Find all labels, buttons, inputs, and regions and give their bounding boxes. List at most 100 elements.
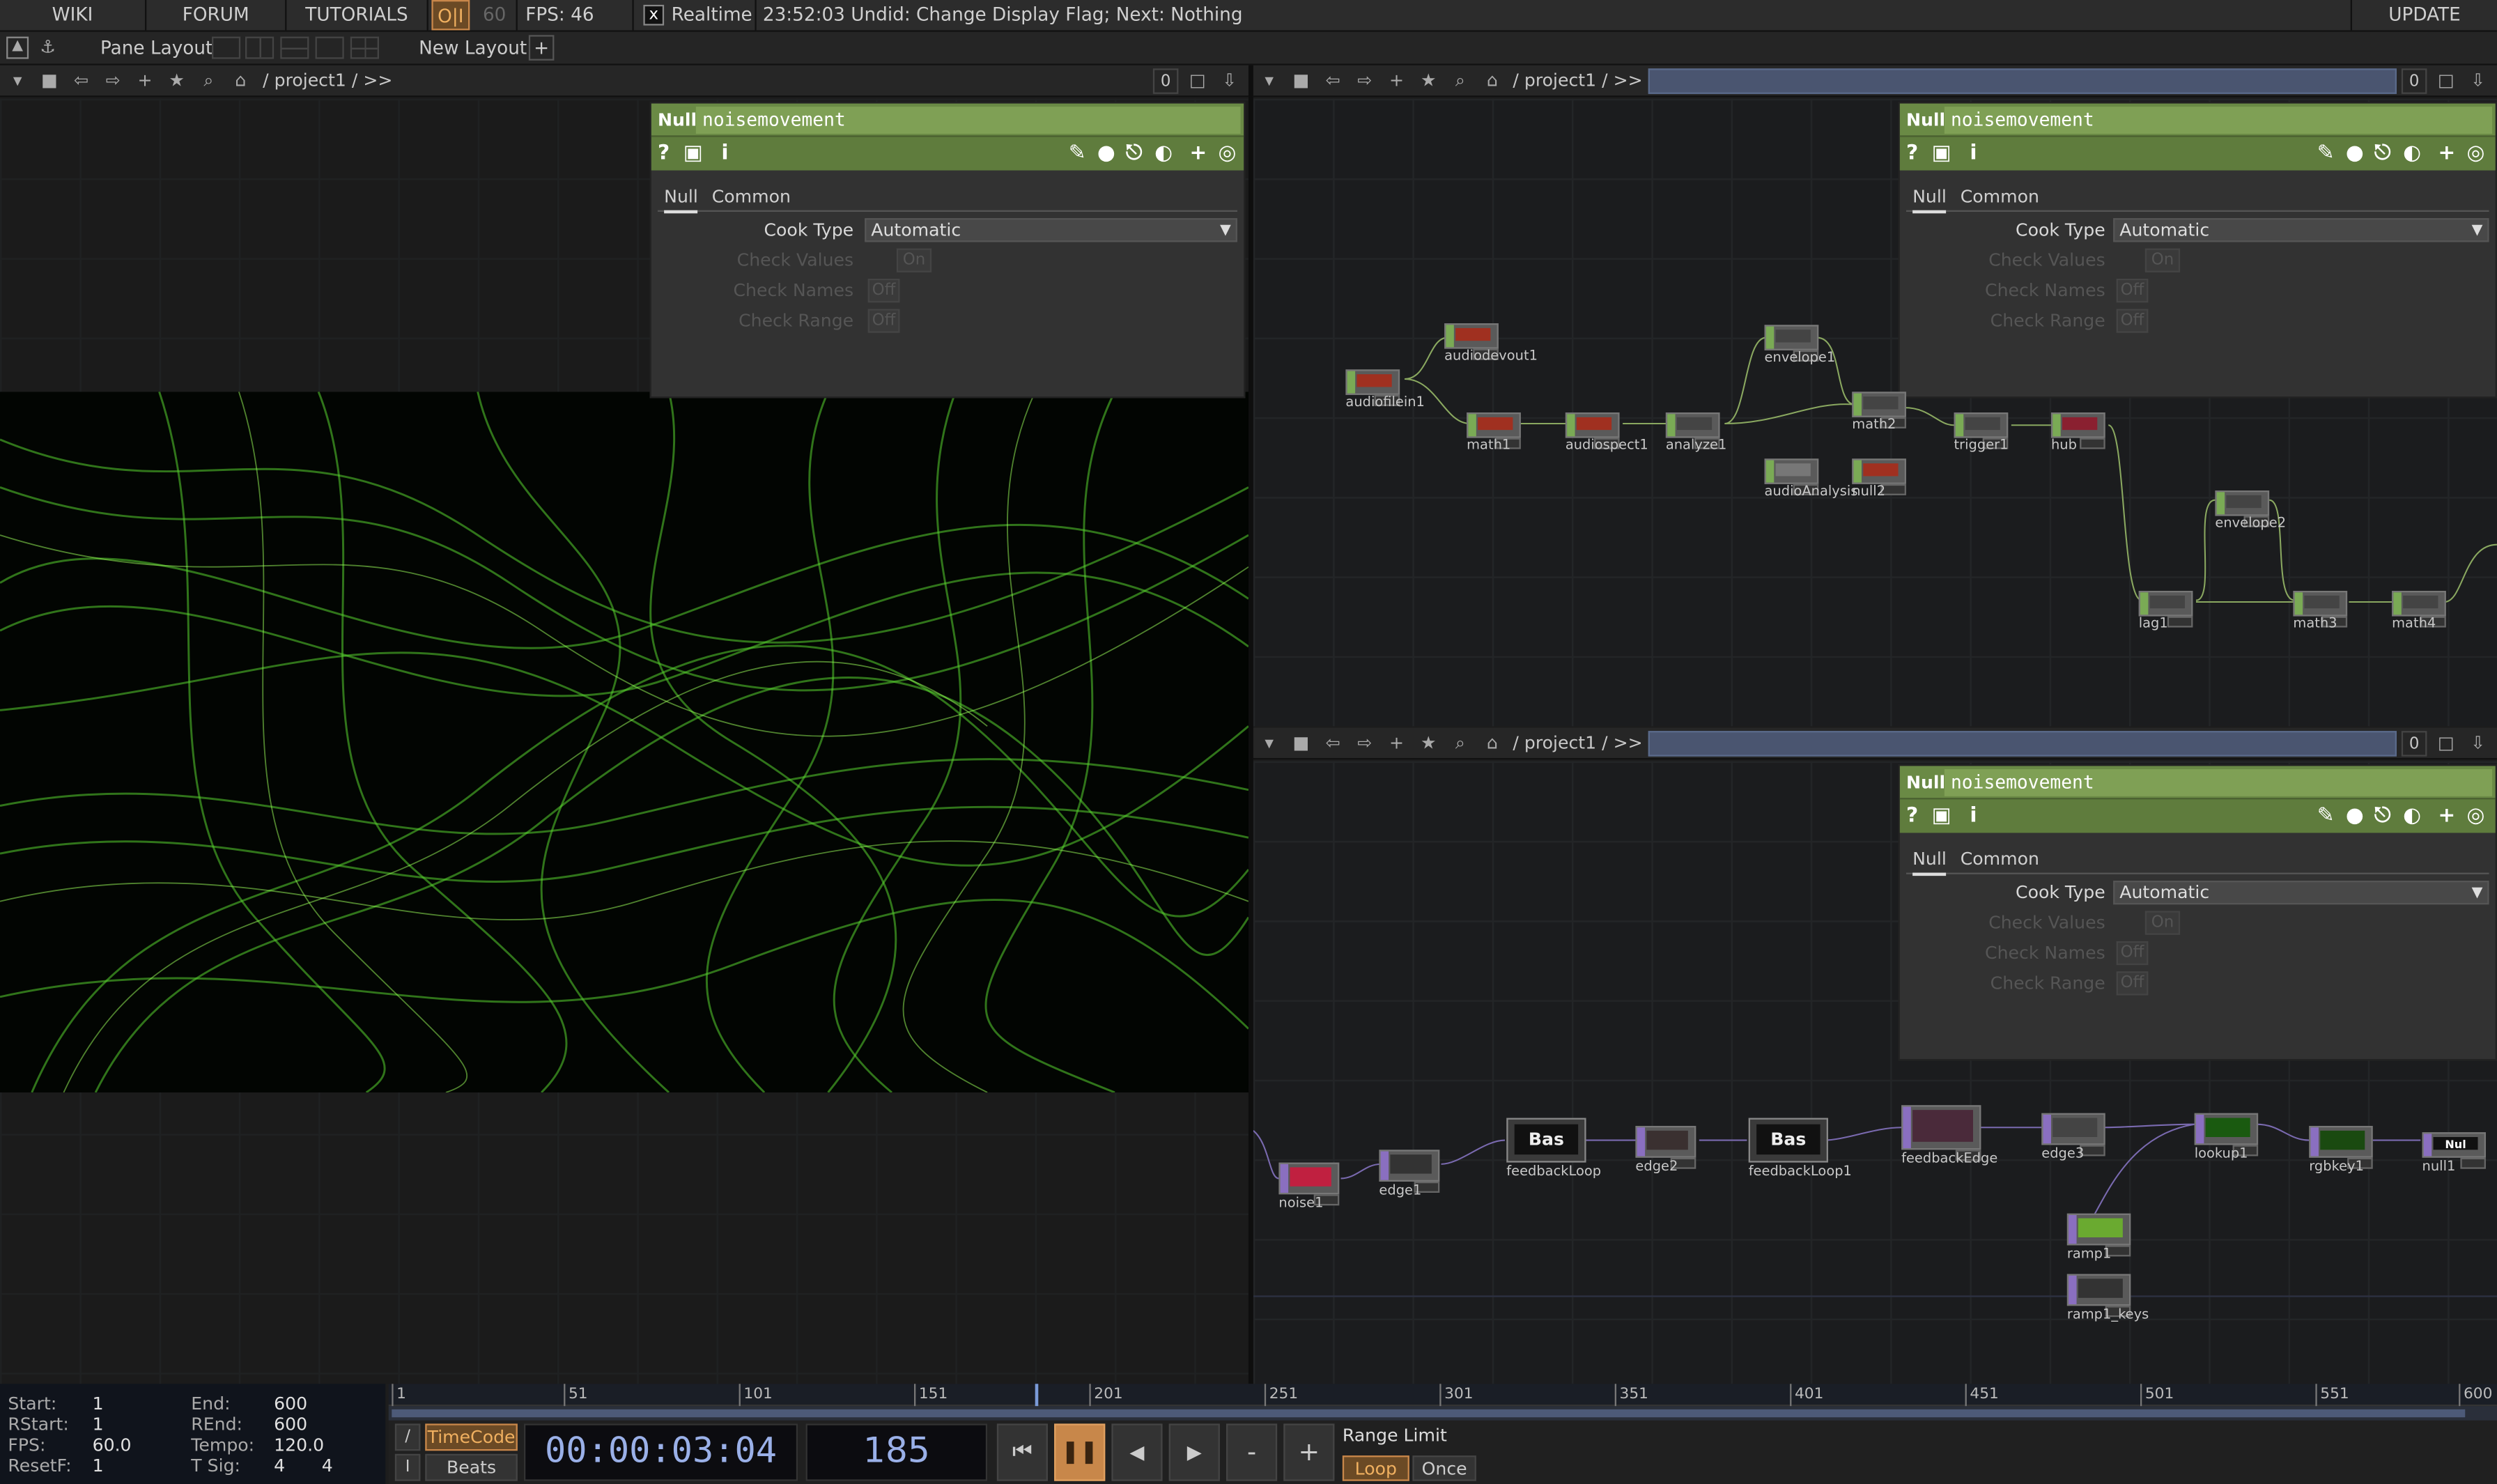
pane-type-icon[interactable]: ■ [1290,70,1312,93]
node-audioAnalysis[interactable] [1764,458,1819,495]
node-audiofilein1[interactable] [1345,369,1400,406]
layout-split-icon[interactable] [245,36,275,59]
range-fill[interactable] [392,1409,2466,1418]
cook-type-menu[interactable]: Automatic ▼ [865,218,1237,242]
check-names-toggle[interactable]: Off [867,278,900,303]
bookmark-icon[interactable]: ★ [166,70,188,93]
pause-icon[interactable]: ❚❚ [1054,1423,1106,1481]
node-trigger1[interactable] [1954,412,2009,449]
edit-icon[interactable]: ✎ [1069,140,1086,167]
node-math3[interactable] [2293,590,2348,628]
timeline-ruler[interactable]: 1 51 101 151 201 251 301 351 401 451 501 551 600 [388,1384,2497,1407]
node-edge1[interactable] [1379,1150,1440,1193]
node-feedbackEdge[interactable] [1901,1105,1981,1161]
bookmark-icon[interactable]: ★ [1417,70,1439,93]
layout-hsplit-icon[interactable] [280,36,309,59]
python-help-icon[interactable]: ▣ [683,140,703,167]
tab-null[interactable]: Null [664,183,698,214]
palette-icon[interactable]: ⚓ [35,37,61,59]
tab-null[interactable]: Null [1912,183,1947,214]
node-null2[interactable] [1852,458,1906,495]
node-envelope1[interactable] [1764,325,1819,362]
node-feedbackLoop1[interactable]: Bas [1748,1118,1828,1163]
once-toggle[interactable]: Once [1412,1455,1476,1481]
python-icon[interactable]: ◐ [2403,140,2421,167]
tempo-value[interactable]: 120.0 [274,1435,324,1455]
node-null1[interactable]: Nul [2422,1132,2486,1169]
back-icon[interactable]: ⇦ [1322,732,1344,755]
fps-value[interactable]: 60.0 [93,1435,132,1455]
node-math1[interactable] [1467,412,1521,449]
faster-button[interactable]: + [1283,1423,1335,1481]
cook-type-menu[interactable]: Automatic ▼ [2113,218,2489,242]
path-field[interactable] [1648,68,2397,94]
node-feedbackLoop[interactable]: Bas [1506,1118,1586,1163]
path-breadcrumb[interactable]: / project1 / >> [1513,728,1642,760]
frame-display[interactable]: 185 [805,1423,988,1481]
op-name-field[interactable]: noisemovement [1944,768,2493,796]
check-names-toggle[interactable]: Off [2116,278,2149,303]
timecode-display[interactable]: 00:00:03:04 [523,1423,798,1481]
tab-common[interactable]: Common [1961,183,2039,210]
timecode-toggle[interactable]: TimeCode [425,1423,518,1451]
python-help-icon[interactable]: ▣ [1932,803,1951,830]
step-forward-icon[interactable]: ▶ [1168,1423,1220,1481]
home-icon[interactable]: ⌂ [1481,732,1503,755]
tsig-denominator[interactable]: 4 [322,1455,333,1476]
op-name-field[interactable]: noisemovement [695,107,1241,134]
clone-icon[interactable]: ⎋ [2374,140,2391,167]
resetf-value[interactable]: 1 [93,1455,104,1476]
edit-icon[interactable]: ✎ [2317,140,2335,167]
forward-icon[interactable]: ⇨ [1354,732,1376,755]
help-icon[interactable]: ? [1906,803,1918,830]
info-icon[interactable]: i [1970,140,1977,167]
pane-menu-icon[interactable]: ▾ [1258,732,1281,755]
back-icon[interactable]: ⇦ [1322,70,1344,93]
clone-icon[interactable]: ⎋ [1126,140,1143,167]
info-icon[interactable]: i [721,140,728,167]
help-icon[interactable]: ? [658,140,670,167]
search-icon[interactable]: ⌕ [1449,70,1471,93]
maximize-icon[interactable]: □ [2435,732,2457,755]
home-icon[interactable]: ⌂ [1481,70,1503,93]
check-names-toggle[interactable]: Off [2116,941,2149,966]
back-icon[interactable]: ⇦ [70,70,93,93]
cook-type-menu[interactable]: Automatic ▼ [2113,880,2489,905]
node-hub[interactable] [2050,412,2105,449]
home-icon[interactable]: ⌂ [229,70,252,93]
layout-quad-icon[interactable] [350,36,379,59]
path-breadcrumb[interactable]: / project1 / >> [1513,65,1642,98]
node-audiospect1[interactable] [1565,412,1620,449]
node-math4[interactable] [2392,590,2446,628]
op-name-field[interactable]: noisemovement [1944,107,2493,134]
layout-three-icon[interactable] [315,36,344,59]
node-edge2[interactable] [1635,1125,1696,1169]
forward-icon[interactable]: ⇨ [1354,70,1376,93]
tab-common[interactable]: Common [712,183,791,210]
check-range-toggle[interactable]: Off [2116,309,2149,333]
maximize-icon[interactable]: □ [2435,70,2457,93]
info-icon[interactable]: i [1970,803,1977,830]
clone-icon[interactable]: ⎋ [2374,803,2391,830]
rewind-icon[interactable]: ⏮ [996,1423,1048,1481]
python-help-icon[interactable]: ▣ [1932,140,1951,167]
i-button[interactable]: I [394,1453,421,1481]
node-edge3[interactable] [2041,1113,2105,1157]
path-breadcrumb[interactable]: / project1 / >> [263,65,392,98]
add-icon[interactable]: + [134,70,156,93]
node-rgbkey1[interactable] [2309,1125,2373,1169]
node-analyze1[interactable] [1665,412,1720,449]
image-icon[interactable]: ▲ [6,36,29,59]
playhead[interactable] [1035,1384,1039,1407]
slash-button[interactable]: / [394,1423,421,1451]
step-back-icon[interactable]: ◀ [1111,1423,1163,1481]
check-values-toggle[interactable]: On [2144,911,2181,935]
beats-toggle[interactable]: Beats [425,1453,518,1481]
layout-single-icon[interactable] [211,36,241,59]
loop-toggle[interactable]: Loop [1342,1455,1409,1481]
tsig-numerator[interactable]: 4 [274,1455,285,1476]
node-ramp1[interactable] [2066,1213,2131,1257]
pane-type-icon[interactable]: ■ [38,70,61,93]
add-param-icon[interactable]: + [2438,803,2455,830]
node-envelope2[interactable] [2215,490,2270,527]
